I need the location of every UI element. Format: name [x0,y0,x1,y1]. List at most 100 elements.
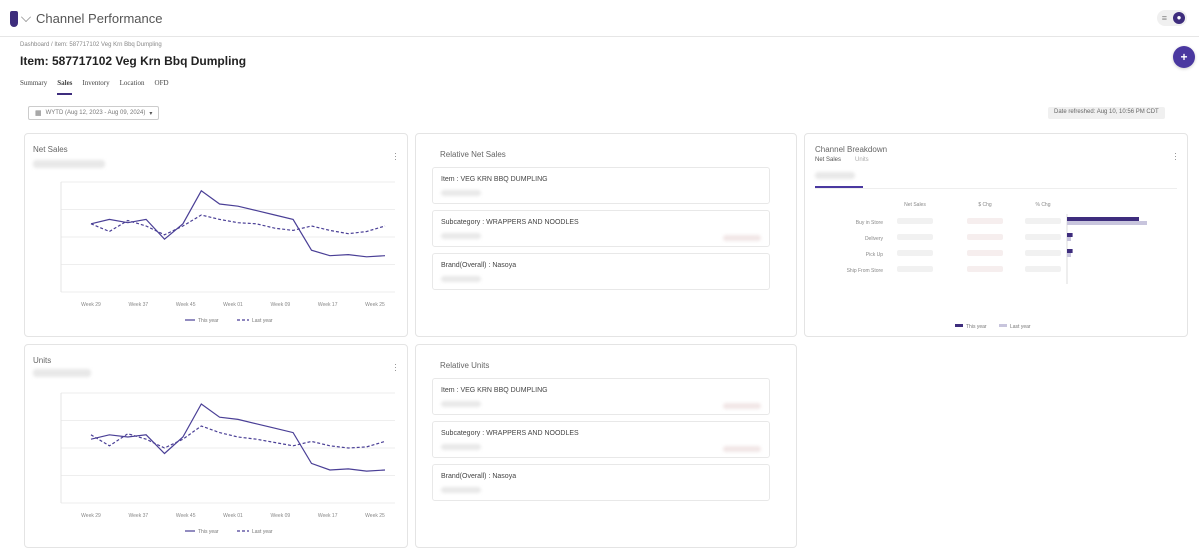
x-tick-label: Week 09 [271,302,291,308]
x-tick-label: Week 37 [129,302,149,308]
net-sales-chart: Week 29 Week 37 Week 45 Week 01 Week 09 Week … [60,181,395,324]
channel-label: Delivery [865,236,884,242]
x-tick-label: Week 17 [318,513,338,519]
series-line-this-year [90,189,386,258]
cell-redacted [967,234,1003,240]
channel-label: Ship From Store [847,268,884,274]
series-line-this-year [90,403,386,472]
series-line-last-year [90,425,386,449]
value-redacted [441,444,481,450]
x-tick-label: Week 01 [223,302,243,308]
app-logo[interactable] [10,11,18,27]
value-redacted [441,276,481,282]
relative-brand-label: Brand(Overall) : Nasoya [441,473,517,480]
tab-bar: Summary Sales Inventory Location OFD [20,79,169,95]
relative-subcategory-label: Subcategory : WRAPPERS AND NOODLES [441,430,579,437]
date-range-select[interactable]: ▦ WYTD (Aug 12, 2023 - Aug 09, 2024) ▾ [28,106,160,120]
value-redacted [441,233,481,239]
cell-redacted [897,218,933,224]
bar-last-year [1067,237,1071,241]
relative-subcategory-label: Subcategory : WRAPPERS AND NOODLES [441,219,579,226]
cell-redacted [967,266,1003,272]
value-redacted [441,487,481,493]
tab-location[interactable]: Location [120,79,145,95]
units-card: Units · · · Week 29 Week 37 Week 45 Week 01 We… [24,344,408,548]
cell-redacted [1025,250,1061,256]
relative-net-sales-title: Relative Net Sales [440,150,506,159]
tab-sales[interactable]: Sales [57,79,73,95]
channel-label: Pick Up [866,252,883,258]
relative-units-title: Relative Units [440,361,490,370]
add-button[interactable]: + [1173,46,1195,68]
legend-label-last-year: Last year [252,318,273,324]
cell-redacted [967,250,1003,256]
relative-brand-row: Brand(Overall) : Nasoya [432,253,770,290]
cell-redacted [897,266,933,272]
units-chart: Week 29 Week 37 Week 45 Week 01 Week 09 Week … [60,392,395,535]
top-bar: Channel Performance ≡ ● [0,0,1199,37]
tab-ofd[interactable]: OFD [155,79,169,95]
relative-units-card: Relative Units Item : VEG KRN BBQ DUMPLI… [415,344,797,548]
column-header: % Chg [1035,202,1050,208]
x-tick-label: Week 29 [81,302,101,308]
relative-brand-row: Brand(Overall) : Nasoya [432,464,770,501]
relative-item-row: Item : VEG KRN BBQ DUMPLING [432,167,770,204]
top-right-controls: ≡ ● [1157,10,1187,26]
cell-redacted [1025,234,1061,240]
x-tick-label: Week 25 [365,302,385,308]
channel-breakdown-card: Channel Breakdown Net Sales Units · · · Ne… [804,133,1188,337]
cell-redacted [1025,218,1061,224]
legend-swatch-last-year [999,324,1007,327]
value-redacted [723,235,761,241]
page-title: Item: 587717102 Veg Krn Bbq Dumpling [20,54,247,68]
relative-subcategory-row: Subcategory : WRAPPERS AND NOODLES [432,210,770,247]
relative-item-row: Item : VEG KRN BBQ DUMPLING [432,378,770,415]
bar-this-year [1067,217,1139,221]
relative-item-label: Item : VEG KRN BBQ DUMPLING [441,387,548,394]
channel-label: Buy in Store [856,220,883,226]
relative-brand-label: Brand(Overall) : Nasoya [441,262,517,269]
cell-redacted [897,234,933,240]
menu-toggle[interactable]: ≡ ● [1157,10,1187,26]
bar-this-year [1067,249,1073,253]
x-tick-label: Week 17 [318,302,338,308]
relative-net-sales-card: Relative Net Sales Item : VEG KRN BBQ DU… [415,133,797,337]
tab-summary[interactable]: Summary [20,79,47,95]
series-line-last-year [90,214,386,236]
legend-label-last-year: Last year [252,529,273,535]
cell-redacted [897,250,933,256]
calendar-icon: ▦ [35,110,42,117]
x-tick-label: Week 45 [176,513,196,519]
relative-item-label: Item : VEG KRN BBQ DUMPLING [441,176,548,183]
column-header: $ Chg [978,202,992,208]
chevron-down-icon[interactable] [21,12,31,22]
x-tick-label: Week 01 [223,513,243,519]
cell-redacted [967,218,1003,224]
legend-swatch-this-year [955,324,963,327]
value-redacted [441,401,481,407]
value-redacted [723,403,761,409]
breadcrumb[interactable]: Dashboard / Item: 587717102 Veg Krn Bbq … [20,42,162,48]
legend-label-this-year: This year [198,318,219,324]
tab-inventory[interactable]: Inventory [82,79,109,95]
x-tick-label: Week 09 [271,513,291,519]
bar-last-year [1067,253,1071,257]
app-title: Channel Performance [36,11,163,26]
x-tick-label: Week 45 [176,302,196,308]
date-refreshed-badge: Date refreshed: Aug 10, 10:56 PM CDT [1048,107,1165,119]
legend-label-this-year: This year [198,529,219,535]
date-range-value: WYTD (Aug 12, 2023 - Aug 09, 2024) [45,110,146,116]
relative-subcategory-row: Subcategory : WRAPPERS AND NOODLES [432,421,770,458]
menu-icon: ≡ [1161,13,1167,23]
bar-this-year [1067,233,1073,237]
x-tick-label: Week 29 [81,513,101,519]
value-redacted [441,190,481,196]
user-avatar-icon[interactable]: ● [1173,12,1185,24]
cell-redacted [1025,266,1061,272]
column-header: Net Sales [904,202,926,208]
x-tick-label: Week 37 [129,513,149,519]
x-tick-label: Week 25 [365,513,385,519]
legend-label-last-year: Last year [1010,324,1031,330]
value-redacted [723,446,761,452]
channel-breakdown-chart: Net Sales $ Chg % Chg Buy in Store Delivery P… [847,202,1147,330]
